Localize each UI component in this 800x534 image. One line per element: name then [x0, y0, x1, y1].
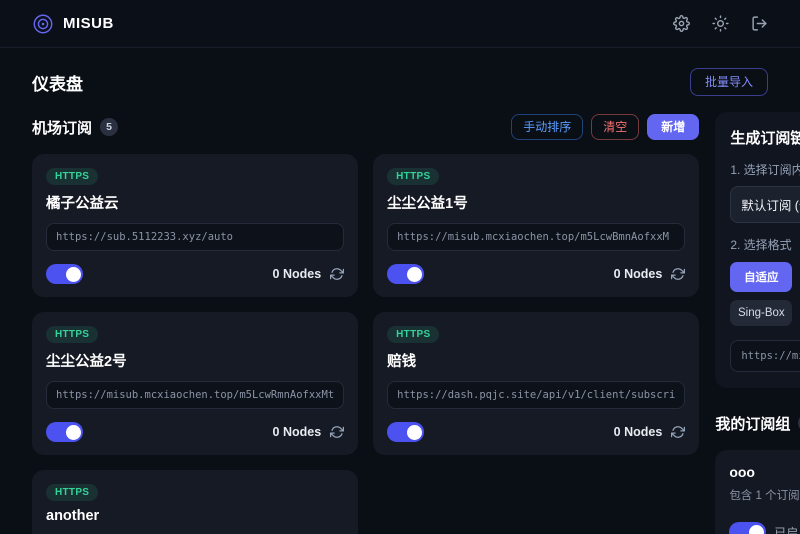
node-count: 0 Nodes	[614, 425, 663, 439]
protocol-badge: HTTPS	[46, 168, 98, 185]
subscription-card: HTTPS 尘尘公益1号 https://misub.mcxiaochen.to…	[373, 154, 699, 297]
node-count: 0 Nodes	[273, 267, 322, 281]
link-generator-card: 生成订阅链接 1. 选择订阅内容 默认订阅 (全部启用节点) 2. 选择格式 自…	[715, 112, 800, 388]
right-panel: 生成订阅链接 1. 选择订阅内容 默认订阅 (全部启用节点) 2. 选择格式 自…	[715, 112, 800, 534]
step1-label: 1. 选择订阅内容	[730, 161, 800, 178]
group-enabled-label: 已启用	[774, 524, 800, 534]
subscription-card: HTTPS another https://another.kc2.top/s/…	[32, 470, 358, 534]
subscription-url-input[interactable]: https://misub.mcxiaochen.top/m5LcwBmnAof…	[387, 223, 685, 251]
enable-toggle[interactable]	[46, 264, 83, 284]
subscription-content-select[interactable]: 默认订阅 (全部启用节点)	[730, 186, 800, 223]
subscription-name: 尘尘公益2号	[46, 350, 344, 371]
subscriptions-header: 机场订阅 5 手动排序 清空 新增	[32, 112, 699, 142]
enable-toggle[interactable]	[387, 264, 424, 284]
group-enable-toggle[interactable]	[729, 522, 766, 534]
generator-title: 生成订阅链接	[730, 127, 800, 148]
page-title: 仪表盘	[32, 70, 83, 95]
format-singbox-button[interactable]: Sing-Box	[730, 300, 792, 326]
page-header: 仪表盘 批量导入	[32, 68, 768, 96]
protocol-badge: HTTPS	[46, 326, 98, 343]
settings-icon[interactable]	[673, 15, 690, 32]
batch-import-button[interactable]: 批量导入	[690, 68, 768, 96]
misub-logo-icon	[32, 13, 54, 35]
step2-label: 2. 选择格式	[730, 236, 800, 253]
select-value: 默认订阅 (全部启用节点)	[741, 195, 800, 214]
manual-sort-button[interactable]: 手动排序	[511, 114, 583, 140]
subscriptions-title: 机场订阅	[32, 117, 92, 138]
navbar: MISUB	[0, 0, 800, 48]
format-adaptive-button[interactable]: 自适应	[730, 262, 792, 292]
group-name: ooo	[729, 464, 800, 480]
subscription-name: 赔钱	[387, 350, 685, 371]
main-content: 仪表盘 批量导入 机场订阅 5 手动排序 清空 新增 HTTPS	[0, 68, 800, 534]
enable-toggle[interactable]	[387, 422, 424, 442]
subscriptions-section: 机场订阅 5 手动排序 清空 新增 HTTPS 橘子公益云 https://su…	[32, 112, 699, 534]
protocol-badge: HTTPS	[387, 326, 439, 343]
subscription-url-input[interactable]: https://misub.mcxiaochen.top/m5LcwRmnAof…	[46, 381, 344, 409]
enable-toggle[interactable]	[46, 422, 83, 442]
group-summary: 包含 1 个订阅, 1 个节点	[729, 487, 800, 503]
groups-title: 我的订阅组	[715, 413, 790, 434]
brand: MISUB	[32, 13, 114, 35]
subscription-card: HTTPS 赔钱 https://dash.pqjc.site/api/v1/c…	[373, 312, 699, 455]
generated-link: https://misub.snake.pp.ua/ss	[741, 350, 800, 362]
refresh-icon[interactable]	[330, 267, 344, 281]
subscription-name: 橘子公益云	[46, 192, 344, 213]
nav-icons	[673, 15, 768, 32]
clear-subscriptions-button[interactable]: 清空	[591, 114, 639, 140]
subscription-name: 尘尘公益1号	[387, 192, 685, 213]
subscription-card: HTTPS 尘尘公益2号 https://misub.mcxiaochen.to…	[32, 312, 358, 455]
refresh-icon[interactable]	[671, 267, 685, 281]
subscriptions-count-badge: 5	[100, 118, 118, 136]
node-count: 0 Nodes	[614, 267, 663, 281]
refresh-icon[interactable]	[330, 425, 344, 439]
subscription-card: HTTPS 橘子公益云 https://sub.5112233.xyz/auto…	[32, 154, 358, 297]
node-count: 0 Nodes	[273, 425, 322, 439]
subscription-cards-grid: HTTPS 橘子公益云 https://sub.5112233.xyz/auto…	[32, 154, 699, 534]
theme-sun-icon[interactable]	[712, 15, 729, 32]
add-subscription-button[interactable]: 新增	[647, 114, 699, 140]
generated-link-row: https://misub.snake.pp.ua/ss	[730, 340, 800, 372]
subscription-url-input[interactable]: https://dash.pqjc.site/api/v1/client/sub…	[387, 381, 685, 409]
refresh-icon[interactable]	[671, 425, 685, 439]
subscription-name: another	[46, 508, 344, 524]
protocol-badge: HTTPS	[387, 168, 439, 185]
groups-header: 我的订阅组 1 清空 新增	[715, 408, 800, 438]
format-buttons: 自适应 Base64 Clash Sing-Box Surge Loon	[730, 262, 800, 326]
protocol-badge: HTTPS	[46, 484, 98, 501]
brand-name: MISUB	[63, 15, 114, 32]
group-card: ooo 包含 1 个订阅, 1 个节点 已启用 复制	[715, 450, 800, 534]
logout-icon[interactable]	[751, 15, 768, 32]
subscription-url-input[interactable]: https://sub.5112233.xyz/auto	[46, 223, 344, 251]
